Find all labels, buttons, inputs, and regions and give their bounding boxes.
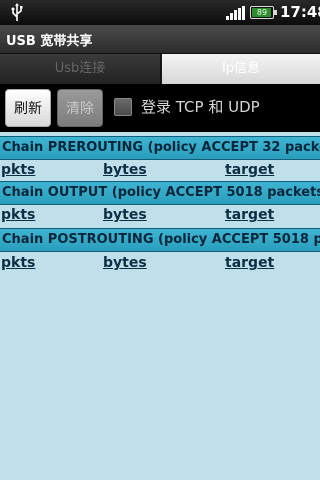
iptables-list: Chain PREROUTING (policy ACCEPT 32 packe…: [0, 132, 320, 480]
column-bytes: bytes: [103, 207, 147, 223]
battery-icon: 89: [250, 6, 277, 19]
tab-usb-connection[interactable]: Usb连接: [0, 54, 161, 84]
app-title: USB 宽带共享: [6, 34, 93, 49]
log-tcp-udp-label: 登录 TCP 和 UDP: [141, 98, 260, 116]
chain-title: Chain POSTROUTING (policy ACCEPT 5018 pa…: [2, 232, 320, 247]
chain-prerouting-header: Chain PREROUTING (policy ACCEPT 32 packe…: [0, 136, 320, 160]
column-target: target: [225, 255, 275, 271]
usb-icon: [11, 3, 23, 21]
log-tcp-udp-checkbox[interactable]: [114, 98, 132, 116]
column-target: target: [225, 162, 275, 178]
chain-output-header: Chain OUTPUT (policy ACCEPT 5018 packets…: [0, 181, 320, 205]
column-bytes: bytes: [103, 162, 147, 178]
column-pkts: pkts: [1, 207, 36, 223]
clock: 17:48: [280, 3, 320, 21]
clear-button[interactable]: 清除: [57, 89, 103, 127]
battery-level: 89: [256, 8, 268, 17]
app-title-bar: USB 宽带共享: [0, 25, 320, 54]
tab-bar: Usb连接 Ip信息: [0, 54, 320, 84]
signal-icon: [226, 6, 245, 20]
chain-title: Chain OUTPUT (policy ACCEPT 5018 packets…: [2, 185, 320, 200]
status-bar: 89 17:48: [0, 0, 320, 25]
column-bytes: bytes: [103, 255, 147, 271]
column-target: target: [225, 207, 275, 223]
tab-ip-info[interactable]: Ip信息: [162, 54, 320, 84]
column-pkts: pkts: [1, 162, 36, 178]
chain-postrouting-header: Chain POSTROUTING (policy ACCEPT 5018 pa…: [0, 228, 320, 252]
column-pkts: pkts: [1, 255, 36, 271]
chain-title: Chain PREROUTING (policy ACCEPT 32 packe…: [2, 140, 320, 155]
refresh-button[interactable]: 刷新: [5, 89, 51, 127]
